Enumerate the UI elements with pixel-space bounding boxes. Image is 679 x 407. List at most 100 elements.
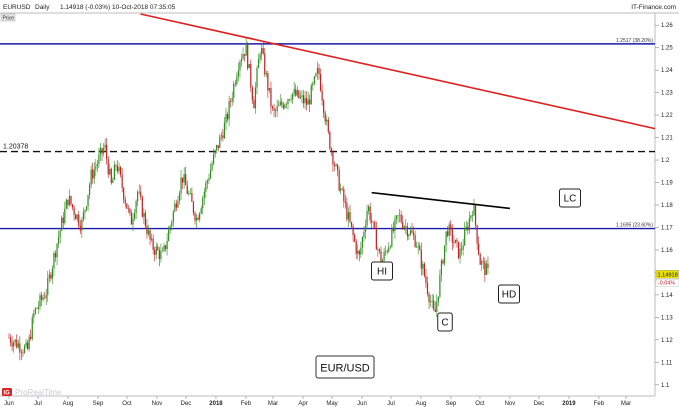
candle-body xyxy=(267,73,269,91)
candle-body xyxy=(81,219,83,231)
candle-body xyxy=(369,206,371,221)
candle-body xyxy=(257,59,260,69)
x-tick-label: 2019 xyxy=(562,401,576,407)
candle-body xyxy=(293,89,295,94)
candle-body xyxy=(454,239,456,244)
candle-body xyxy=(34,308,36,314)
y-tick-label: 1.21 xyxy=(661,136,673,142)
candle-body xyxy=(33,313,35,318)
candle-body xyxy=(42,297,44,300)
candle-body xyxy=(364,225,367,233)
candle-body xyxy=(371,220,373,223)
candle-body xyxy=(220,135,222,137)
candle-body xyxy=(383,251,385,261)
x-tick-label: Feb xyxy=(241,401,252,407)
annotation-hi: HI xyxy=(371,261,393,281)
candle-body xyxy=(104,144,106,149)
candle-body xyxy=(282,104,284,108)
candle-body xyxy=(130,212,133,225)
candle-body xyxy=(247,43,249,69)
candle-body xyxy=(304,98,306,104)
candle-body xyxy=(154,249,156,255)
candle-body xyxy=(299,96,301,99)
candle xyxy=(65,198,67,210)
candle-body xyxy=(457,241,460,259)
y-tick-label: 1.26 xyxy=(661,23,673,29)
candle-body xyxy=(177,200,179,208)
candle-body xyxy=(47,278,49,295)
candle-body xyxy=(327,119,329,132)
candle-body xyxy=(306,98,308,105)
x-tick-label: Feb xyxy=(594,401,605,407)
candle-body xyxy=(118,167,120,172)
candle-body xyxy=(9,337,12,343)
candle-body xyxy=(253,100,255,109)
candle-body xyxy=(19,343,21,353)
candle-body xyxy=(318,67,320,75)
candle-body xyxy=(213,154,215,164)
candle-body xyxy=(85,206,88,210)
candle xyxy=(423,261,425,278)
candle-body xyxy=(433,300,435,310)
candle-body xyxy=(11,342,13,347)
candle-body xyxy=(479,254,481,265)
candle-body xyxy=(126,203,128,209)
candle-body xyxy=(189,192,191,194)
candle-body xyxy=(152,238,154,250)
candle-body xyxy=(474,205,477,226)
annotation-lc: LC xyxy=(559,188,581,208)
x-tick-label: Sep xyxy=(446,401,457,407)
candle-body xyxy=(233,83,235,98)
candle-body xyxy=(409,230,412,235)
candle-body xyxy=(346,203,348,220)
candle-body xyxy=(352,226,354,236)
candle-body xyxy=(349,212,351,222)
x-tick-label: Dec xyxy=(534,401,545,407)
candle-body xyxy=(240,59,243,62)
candle-body xyxy=(288,99,291,100)
candle-body xyxy=(161,250,164,252)
candle xyxy=(457,241,460,260)
candle-body xyxy=(127,208,129,210)
candle-body xyxy=(374,221,376,228)
candle xyxy=(443,245,446,267)
candle-body xyxy=(191,192,193,202)
candle-body xyxy=(329,131,331,149)
candle-body xyxy=(132,218,134,225)
y-tick-label: 1.1 xyxy=(661,383,670,389)
candle-body xyxy=(225,114,227,123)
candle-body xyxy=(250,63,252,88)
candle xyxy=(298,89,300,100)
candle-body xyxy=(226,114,229,120)
candle-body xyxy=(194,213,196,221)
candle xyxy=(310,83,312,105)
candle-body xyxy=(341,188,343,190)
candle-body xyxy=(70,195,72,205)
last-price-value: 1.14918 xyxy=(658,272,678,278)
candle-body xyxy=(338,169,340,191)
candle-body xyxy=(402,222,404,229)
x-tick-label: Nov xyxy=(505,401,516,407)
candle-body xyxy=(197,217,199,220)
datetime-label: 10-Oct-2018 07:35:05 xyxy=(112,4,176,11)
candle-body xyxy=(363,232,365,238)
candle-body xyxy=(315,73,317,77)
candle-body xyxy=(442,260,444,264)
candle-body xyxy=(107,158,109,175)
candle-body xyxy=(467,226,469,231)
candle-body xyxy=(222,135,224,139)
candle-body xyxy=(335,164,337,166)
candle-body xyxy=(399,214,401,216)
candle-body xyxy=(175,203,177,208)
y-tick-label: 1.11 xyxy=(661,360,673,366)
candle-body xyxy=(313,76,315,84)
candle-body xyxy=(96,163,98,167)
candle-body xyxy=(44,297,46,299)
candle-body xyxy=(82,212,84,220)
candle-body xyxy=(251,87,253,101)
price-panel-tab-label: Price xyxy=(3,16,15,22)
x-tick-label: 2018 xyxy=(209,401,223,407)
candle-body xyxy=(13,342,15,347)
candle-body xyxy=(109,168,111,175)
candle-body xyxy=(416,246,418,248)
